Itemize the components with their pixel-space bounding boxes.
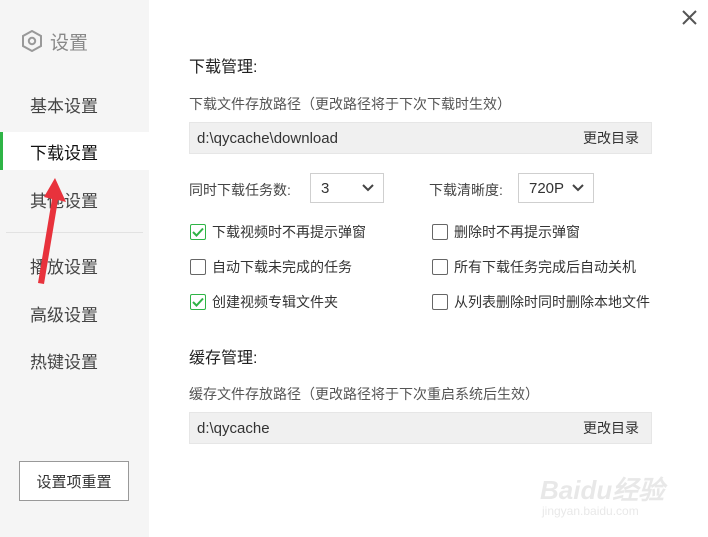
cache-change-dir-button[interactable]: 更改目录 [583,418,639,438]
sidebar-title-text: 设置 [50,32,89,54]
cache-section-title: 缓存管理: [189,350,258,367]
checkmark-icon [192,297,204,307]
option-delete-local-file[interactable]: 从列表删除时同时删除本地文件 [432,292,650,312]
sidebar-item-other-settings[interactable]: 其他设置 [0,180,149,218]
concurrent-tasks-value: 3 [321,179,330,197]
nav-label: 热键设置 [30,352,98,372]
cache-path-label: 缓存文件存放路径（更改路径将于下次重启系统后生效） [189,386,539,402]
sidebar-item-basic-settings[interactable]: 基本设置 [0,85,149,123]
sidebar-item-advanced-settings[interactable]: 高级设置 [0,294,149,332]
option-auto-download-unfinished[interactable]: 自动下载未完成的任务 [190,257,352,277]
nav-label: 其他设置 [30,191,98,211]
download-path-value: d:\qycache\download [197,129,338,147]
option-no-popup-on-download[interactable]: 下载视频时不再提示弹窗 [190,222,366,242]
chevron-down-icon [362,184,374,192]
option-label: 删除时不再提示弹窗 [454,224,580,240]
checkbox[interactable] [432,294,448,310]
reset-settings-button[interactable]: 设置项重置 [19,461,129,501]
chevron-down-icon [572,184,584,192]
sidebar: 设置 基本设置 下载设置 其他设置 播放设置 高级设置 热键设置 设置项重置 [0,0,149,537]
watermark-logo: Baidu经验 jingyan.baidu.com [540,462,700,522]
option-create-album-folder[interactable]: 创建视频专辑文件夹 [190,292,338,312]
concurrent-tasks-select[interactable]: 3 [310,173,384,203]
checkbox[interactable] [432,259,448,275]
option-no-popup-on-delete[interactable]: 删除时不再提示弹窗 [432,222,580,242]
checkbox[interactable] [432,224,448,240]
download-quality-value: 720P [529,179,565,197]
settings-hexagon-icon [22,30,42,52]
cache-path-field[interactable]: d:\qycache 更改目录 [189,412,652,444]
download-quality-select[interactable]: 720P [518,173,594,203]
sidebar-item-download-settings[interactable]: 下载设置 [0,132,149,170]
nav-label: 高级设置 [30,305,98,325]
option-label: 所有下载任务完成后自动关机 [454,259,636,275]
nav-label: 播放设置 [30,257,98,277]
sidebar-item-hotkey-settings[interactable]: 热键设置 [0,341,149,379]
nav-label: 基本设置 [30,96,98,116]
close-icon [682,10,697,25]
download-change-dir-button[interactable]: 更改目录 [583,128,639,148]
checkbox-checked[interactable] [190,294,206,310]
checkmark-icon [192,227,204,237]
option-label: 从列表删除时同时删除本地文件 [454,294,650,310]
sidebar-divider [6,232,143,233]
checkbox[interactable] [190,259,206,275]
sidebar-title: 设置 [22,26,88,56]
download-path-field[interactable]: d:\qycache\download 更改目录 [189,122,652,154]
download-path-label: 下载文件存放路径（更改路径将于下次下载时生效） [189,96,511,112]
download-quality-label: 下载清晰度: [429,182,503,198]
sidebar-item-playback-settings[interactable]: 播放设置 [0,246,149,284]
option-label: 下载视频时不再提示弹窗 [212,224,366,240]
concurrent-tasks-label: 同时下载任务数: [189,182,291,198]
download-section-title: 下载管理: [189,59,258,76]
cache-path-value: d:\qycache [197,419,270,437]
option-label: 自动下载未完成的任务 [212,259,352,275]
checkbox-checked[interactable] [190,224,206,240]
close-button[interactable] [678,6,702,30]
watermark-text: Baidu经验 [540,475,665,505]
option-shutdown-after-downloads[interactable]: 所有下载任务完成后自动关机 [432,257,636,277]
option-label: 创建视频专辑文件夹 [212,294,338,310]
nav-label: 下载设置 [30,143,98,163]
watermark-subtext: jingyan.baidu.com [542,504,639,518]
